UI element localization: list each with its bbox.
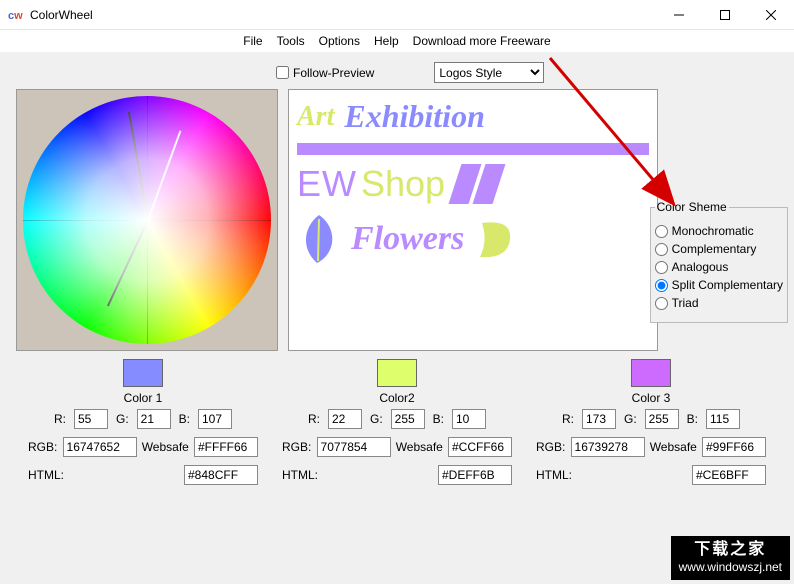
window-title: ColorWheel [30, 8, 93, 22]
swatch-column-1: Color 1R:G:B:RGB:WebsafeHTML: [16, 359, 270, 485]
color-swatch-2 [377, 359, 417, 387]
websafe-input-1[interactable] [194, 437, 258, 457]
b-input-3[interactable] [706, 409, 740, 429]
color-swatch-3 [631, 359, 671, 387]
color-scheme-legend: Color Sheme [655, 200, 729, 214]
preview-flowers: Flowers [351, 220, 464, 258]
swatch-label: Color2 [379, 391, 414, 405]
websafe-input-3[interactable] [702, 437, 766, 457]
flower-shape-icon [474, 217, 514, 261]
r-input-1[interactable] [74, 409, 108, 429]
rgb-input-1[interactable] [63, 437, 137, 457]
menu-file[interactable]: File [239, 32, 266, 50]
menu-options[interactable]: Options [315, 32, 364, 50]
menu-download[interactable]: Download more Freeware [409, 32, 555, 50]
color-wheel[interactable] [23, 96, 271, 344]
swatch-column-2: Color2R:G:B:RGB:WebsafeHTML: [270, 359, 524, 485]
picker-line-2 [107, 220, 149, 307]
websafe-input-2[interactable] [448, 437, 512, 457]
window-controls [656, 0, 794, 30]
radio-split-complementary[interactable]: Split Complementary [655, 278, 783, 292]
html-input-3[interactable] [692, 465, 766, 485]
color-swatch-1 [123, 359, 163, 387]
html-input-2[interactable] [438, 465, 512, 485]
minimize-button[interactable] [656, 0, 702, 30]
slash-icon [455, 164, 499, 204]
swatch-column-3: Color 3R:G:B:RGB:WebsafeHTML: [524, 359, 778, 485]
titlebar: cw ColorWheel [0, 0, 794, 30]
svg-text:cw: cw [8, 10, 23, 22]
leaf-icon [297, 213, 341, 265]
radio-complementary[interactable]: Complementary [655, 242, 783, 256]
r-input-3[interactable] [582, 409, 616, 429]
close-button[interactable] [748, 0, 794, 30]
b-input-2[interactable] [452, 409, 486, 429]
radio-triad[interactable]: Triad [655, 296, 783, 310]
html-input-1[interactable] [184, 465, 258, 485]
b-input-1[interactable] [198, 409, 232, 429]
radio-analogous[interactable]: Analogous [655, 260, 783, 274]
app-icon: cw [8, 7, 24, 23]
swatch-label: Color 3 [632, 391, 671, 405]
follow-preview-label: Follow-Preview [293, 66, 374, 80]
picker-line-1 [128, 111, 149, 220]
preview-shop: Shop [361, 163, 445, 205]
preview-exhibition: Exhibition [344, 98, 485, 135]
maximize-button[interactable] [702, 0, 748, 30]
menu-help[interactable]: Help [370, 32, 403, 50]
preview-art: Art [297, 101, 334, 133]
rgb-input-3[interactable] [571, 437, 645, 457]
g-input-1[interactable] [137, 409, 171, 429]
g-input-2[interactable] [391, 409, 425, 429]
follow-preview-checkbox[interactable]: Follow-Preview [276, 66, 374, 80]
watermark: 下载之家 www.windowszj.net [671, 536, 790, 580]
preview-ew: EW [297, 163, 357, 205]
style-select[interactable]: Logos Style [434, 62, 544, 83]
preview-panel: Art Exhibition EW Shop Flowers [288, 89, 658, 351]
r-input-2[interactable] [328, 409, 362, 429]
color-scheme-group: Color Sheme Monochromatic Complementary … [650, 200, 788, 323]
menu-tools[interactable]: Tools [273, 32, 309, 50]
picker-line-3 [147, 130, 181, 220]
menubar: File Tools Options Help Download more Fr… [0, 30, 794, 52]
rgb-input-2[interactable] [317, 437, 391, 457]
g-input-3[interactable] [645, 409, 679, 429]
swatch-label: Color 1 [124, 391, 163, 405]
radio-monochromatic[interactable]: Monochromatic [655, 224, 783, 238]
color-wheel-panel [16, 89, 278, 351]
preview-bar [297, 143, 649, 155]
follow-preview-input[interactable] [276, 66, 289, 79]
